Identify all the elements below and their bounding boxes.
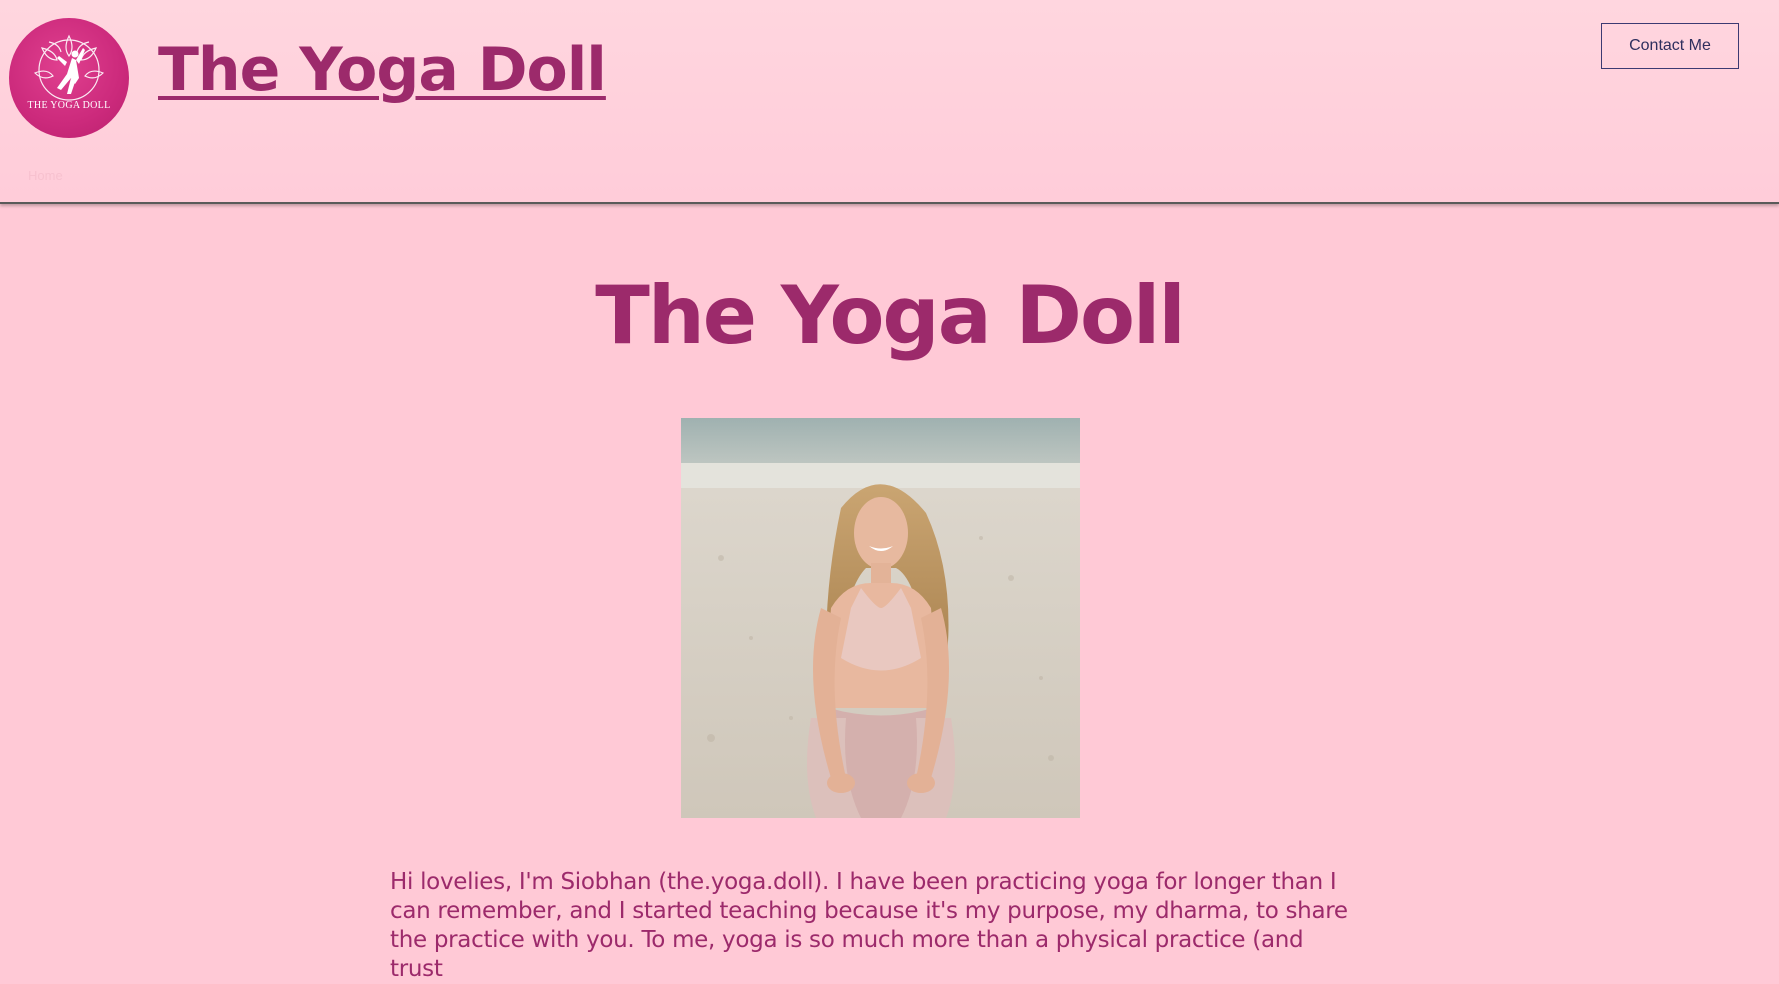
yoga-pose-mandala-icon xyxy=(33,34,105,101)
site-title-link[interactable]: The Yoga Doll xyxy=(158,40,607,100)
intro-paragraph: Hi lovelies, I'm Siobhan (the.yoga.doll)… xyxy=(390,869,1348,982)
profile-photo xyxy=(681,418,1080,818)
site-header: THE YOGA DOLL The Yoga Doll Contact Me H… xyxy=(0,0,1779,204)
page-title: The Yoga Doll xyxy=(595,269,1186,362)
nav-item-home[interactable]: Home xyxy=(28,168,63,183)
site-logo[interactable]: THE YOGA DOLL xyxy=(9,18,129,138)
beach-portrait-image xyxy=(681,418,1080,818)
contact-me-button[interactable]: Contact Me xyxy=(1601,23,1739,69)
logo-text: THE YOGA DOLL xyxy=(27,100,111,111)
